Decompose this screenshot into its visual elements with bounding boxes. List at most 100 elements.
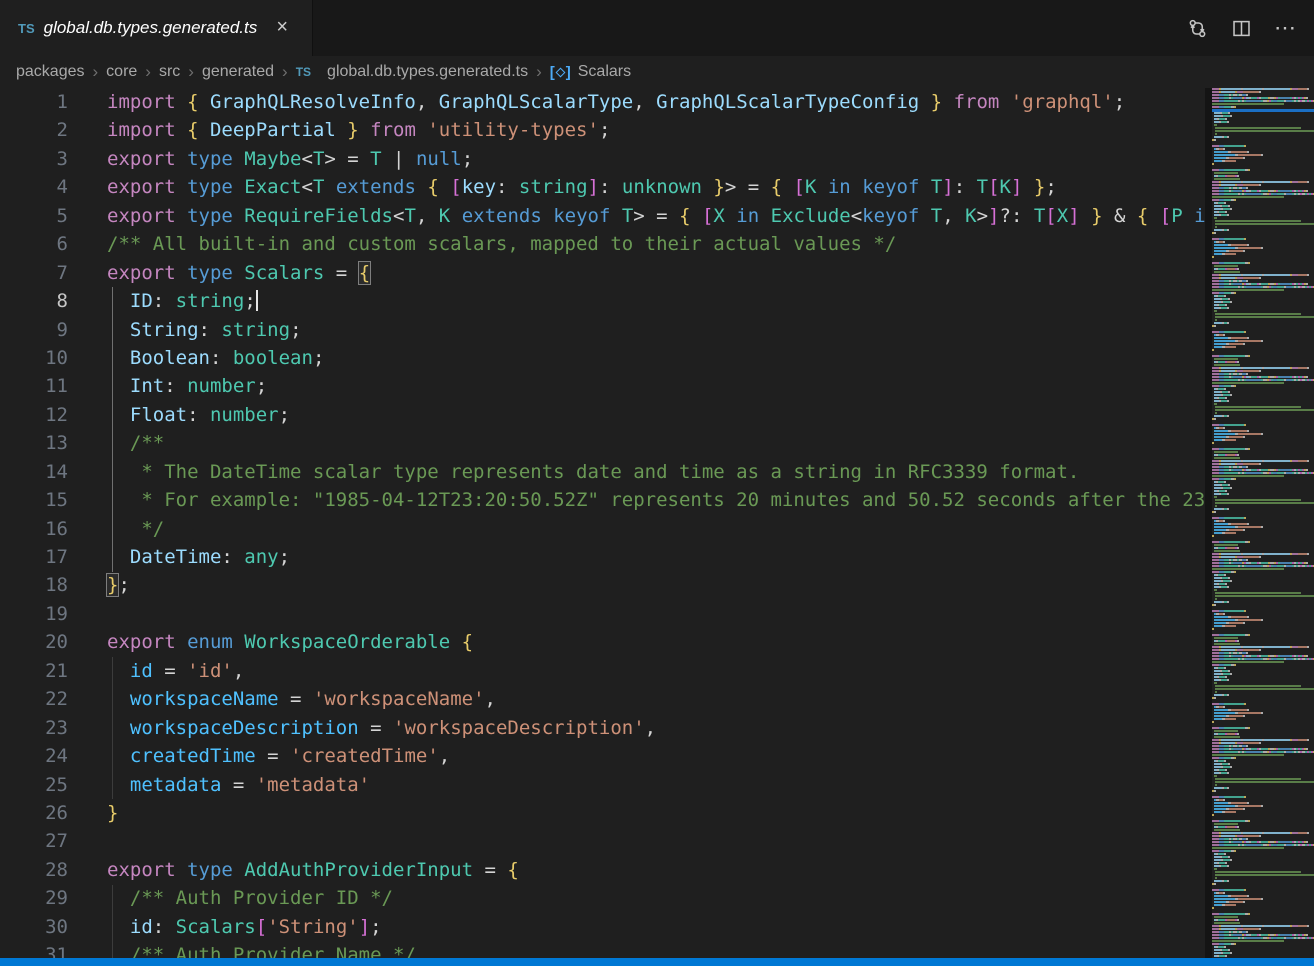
minimap-line [1212,430,1314,432]
minimap-line [1212,595,1314,597]
breadcrumb-item-src[interactable]: src [159,63,180,81]
minimap-line [1212,202,1314,204]
code-line[interactable]: 12 Float: number; [0,401,1205,429]
code-line[interactable]: 5export type RequireFields<T, K extends … [0,202,1205,230]
minimap-line [1212,664,1314,666]
open-changes-icon[interactable] [1182,13,1212,43]
code-line[interactable]: 17 DateTime: any; [0,543,1205,571]
close-tab-icon[interactable]: × [271,17,293,39]
code-line[interactable]: 6/** All built-in and custom scalars, ma… [0,230,1205,258]
minimap-line [1212,658,1314,660]
minimap-line [1212,541,1314,543]
breadcrumb-item-packages[interactable]: packages [16,63,85,81]
vscode-window: TS global.db.types.generated.ts × [0,0,1314,966]
code-line[interactable]: 30 id: Scalars['String']; [0,913,1205,941]
code-line[interactable]: 1import { GraphQLResolveInfo, GraphQLSca… [0,88,1205,116]
minimap-line [1212,379,1314,381]
minimap-line [1212,847,1314,849]
minimap-line [1212,301,1314,303]
code-line[interactable]: 20export enum WorkspaceOrderable { [0,628,1205,656]
minimap-line [1212,748,1314,750]
code-line[interactable]: 7export type Scalars = { [0,259,1205,287]
code-line[interactable]: 2import { DeepPartial } from 'utility-ty… [0,116,1205,144]
minimap-line [1212,220,1314,222]
code-text: export type RequireFields<T, K extends k… [68,202,1205,230]
minimap-line [1212,811,1314,813]
breadcrumb-separator: › [281,62,289,82]
minimap-line [1212,910,1314,912]
code-line[interactable]: 27 [0,827,1205,855]
minimap-line [1212,112,1314,114]
split-editor-icon[interactable] [1226,13,1256,43]
minimap-line [1212,694,1314,696]
minimap-line [1212,418,1314,420]
minimap-line [1212,133,1314,135]
code-line[interactable]: 23 workspaceDescription = 'workspaceDesc… [0,714,1205,742]
minimap-line [1212,727,1314,729]
code-text: /** Auth Provider ID */ [68,884,393,912]
minimap-line [1212,367,1314,369]
code-line[interactable]: 31 /** Auth Provider Name */ [0,941,1205,958]
line-number: 18 [0,571,68,599]
minimap[interactable] [1212,88,1314,958]
code-line[interactable]: 26} [0,799,1205,827]
code-line[interactable]: 15 * For example: "1985-04-12T23:20:50.5… [0,486,1205,514]
code-line[interactable]: 8 ID: string; [0,287,1205,315]
code-text: export type Scalars = { [68,259,370,287]
minimap-line [1212,559,1314,561]
minimap-line [1212,274,1314,276]
minimap-line [1212,217,1314,219]
code-line[interactable]: 19 [0,600,1205,628]
code-line[interactable]: 4export type Exact<T extends { [key: str… [0,173,1205,201]
editor: 1import { GraphQLResolveInfo, GraphQLSca… [0,88,1314,958]
minimap-line [1212,445,1314,447]
minimap-line [1212,394,1314,396]
minimap-line [1212,193,1314,195]
code-line[interactable]: 25 metadata = 'metadata' [0,771,1205,799]
code-lines[interactable]: 1import { GraphQLResolveInfo, GraphQLSca… [0,88,1205,958]
breadcrumb-item-core[interactable]: core [106,63,137,81]
code-line[interactable]: 24 createdTime = 'createdTime', [0,742,1205,770]
line-number: 20 [0,628,68,656]
more-actions-icon[interactable]: ⋯ [1270,13,1300,43]
minimap-line [1212,841,1314,843]
breadcrumb-item-symbol[interactable]: [] Scalars [550,63,631,81]
minimap-line [1212,439,1314,441]
code-line[interactable]: 9 String: string; [0,316,1205,344]
code-line[interactable]: 28export type AddAuthProviderInput = { [0,856,1205,884]
minimap-line [1212,103,1314,105]
minimap-line [1212,928,1314,930]
minimap-line [1212,130,1314,132]
code-line[interactable]: 13 /** [0,429,1205,457]
minimap-line [1212,520,1314,522]
code-line[interactable]: 10 Boolean: boolean; [0,344,1205,372]
code-line[interactable]: 29 /** Auth Provider ID */ [0,884,1205,912]
line-number: 3 [0,145,68,173]
code-text: ID: string; [68,287,258,315]
minimap-line [1212,655,1314,657]
code-line[interactable]: 11 Int: number; [0,372,1205,400]
minimap-line [1212,523,1314,525]
code-line[interactable]: 18}; [0,571,1205,599]
code-line[interactable]: 3export type Maybe<T> = T | null; [0,145,1205,173]
minimap-line [1212,244,1314,246]
minimap-line [1212,412,1314,414]
minimap-line [1212,781,1314,783]
minimap-line [1212,778,1314,780]
minimap-line [1212,544,1314,546]
minimap-line [1212,733,1314,735]
minimap-line [1212,151,1314,153]
minimap-line [1212,517,1314,519]
code-line[interactable]: 16 */ [0,515,1205,543]
code-line[interactable]: 22 workspaceName = 'workspaceName', [0,685,1205,713]
code-line[interactable]: 21 id = 'id', [0,657,1205,685]
minimap-line [1212,724,1314,726]
minimap-line [1212,859,1314,861]
minimap-line [1212,757,1314,759]
minimap-line [1212,556,1314,558]
tab-global-db-types-generated[interactable]: TS global.db.types.generated.ts × [0,0,313,56]
breadcrumb-item-file[interactable]: TS global.db.types.generated.ts [296,63,528,81]
breadcrumb-item-generated[interactable]: generated [202,63,274,81]
minimap-line [1212,529,1314,531]
code-line[interactable]: 14 * The DateTime scalar type represents… [0,458,1205,486]
